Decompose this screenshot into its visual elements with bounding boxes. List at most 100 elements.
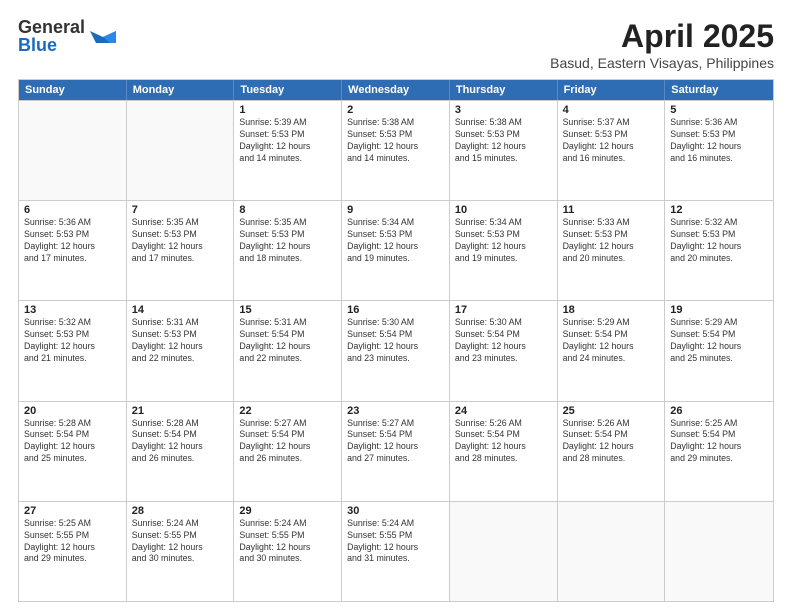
- cell-details: Sunrise: 5:36 AM Sunset: 5:53 PM Dayligh…: [670, 117, 768, 165]
- calendar: SundayMondayTuesdayWednesdayThursdayFrid…: [18, 79, 774, 602]
- cell-details: Sunrise: 5:35 AM Sunset: 5:53 PM Dayligh…: [132, 217, 229, 265]
- day-number: 12: [670, 204, 768, 216]
- calendar-cell: 9Sunrise: 5:34 AM Sunset: 5:53 PM Daylig…: [342, 201, 450, 300]
- cell-details: Sunrise: 5:28 AM Sunset: 5:54 PM Dayligh…: [132, 418, 229, 466]
- day-number: 21: [132, 405, 229, 417]
- calendar-cell: 8Sunrise: 5:35 AM Sunset: 5:53 PM Daylig…: [234, 201, 342, 300]
- calendar-cell-empty: [665, 502, 773, 601]
- calendar-cell: 22Sunrise: 5:27 AM Sunset: 5:54 PM Dayli…: [234, 402, 342, 501]
- calendar-cell: 3Sunrise: 5:38 AM Sunset: 5:53 PM Daylig…: [450, 101, 558, 200]
- calendar-header: SundayMondayTuesdayWednesdayThursdayFrid…: [19, 80, 773, 100]
- calendar-cell: 7Sunrise: 5:35 AM Sunset: 5:53 PM Daylig…: [127, 201, 235, 300]
- calendar-cell: 11Sunrise: 5:33 AM Sunset: 5:53 PM Dayli…: [558, 201, 666, 300]
- day-number: 28: [132, 505, 229, 517]
- day-number: 3: [455, 104, 552, 116]
- calendar-cell: 30Sunrise: 5:24 AM Sunset: 5:55 PM Dayli…: [342, 502, 450, 601]
- calendar-header-cell: Tuesday: [234, 80, 342, 100]
- day-number: 17: [455, 304, 552, 316]
- day-number: 14: [132, 304, 229, 316]
- logo-blue: Blue: [18, 36, 85, 54]
- calendar-row: 1Sunrise: 5:39 AM Sunset: 5:53 PM Daylig…: [19, 100, 773, 200]
- calendar-cell: 16Sunrise: 5:30 AM Sunset: 5:54 PM Dayli…: [342, 301, 450, 400]
- calendar-cell: 2Sunrise: 5:38 AM Sunset: 5:53 PM Daylig…: [342, 101, 450, 200]
- day-number: 20: [24, 405, 121, 417]
- day-number: 9: [347, 204, 444, 216]
- page: General Blue April 2025 Basud, Eastern V…: [0, 0, 792, 612]
- cell-details: Sunrise: 5:26 AM Sunset: 5:54 PM Dayligh…: [563, 418, 660, 466]
- day-number: 29: [239, 505, 336, 517]
- cell-details: Sunrise: 5:30 AM Sunset: 5:54 PM Dayligh…: [455, 317, 552, 365]
- calendar-cell: 15Sunrise: 5:31 AM Sunset: 5:54 PM Dayli…: [234, 301, 342, 400]
- calendar-cell: 18Sunrise: 5:29 AM Sunset: 5:54 PM Dayli…: [558, 301, 666, 400]
- calendar-cell-empty: [127, 101, 235, 200]
- calendar-row: 6Sunrise: 5:36 AM Sunset: 5:53 PM Daylig…: [19, 200, 773, 300]
- day-number: 11: [563, 204, 660, 216]
- logo-general: General: [18, 18, 85, 36]
- calendar-cell: 28Sunrise: 5:24 AM Sunset: 5:55 PM Dayli…: [127, 502, 235, 601]
- logo: General Blue: [18, 18, 118, 54]
- cell-details: Sunrise: 5:33 AM Sunset: 5:53 PM Dayligh…: [563, 217, 660, 265]
- calendar-cell: 21Sunrise: 5:28 AM Sunset: 5:54 PM Dayli…: [127, 402, 235, 501]
- day-number: 18: [563, 304, 660, 316]
- day-number: 26: [670, 405, 768, 417]
- title-block: April 2025 Basud, Eastern Visayas, Phili…: [550, 18, 774, 71]
- day-number: 24: [455, 405, 552, 417]
- calendar-cell: 12Sunrise: 5:32 AM Sunset: 5:53 PM Dayli…: [665, 201, 773, 300]
- day-number: 22: [239, 405, 336, 417]
- calendar-cell: 10Sunrise: 5:34 AM Sunset: 5:53 PM Dayli…: [450, 201, 558, 300]
- calendar-header-cell: Thursday: [450, 80, 558, 100]
- calendar-cell: 14Sunrise: 5:31 AM Sunset: 5:53 PM Dayli…: [127, 301, 235, 400]
- cell-details: Sunrise: 5:29 AM Sunset: 5:54 PM Dayligh…: [670, 317, 768, 365]
- header: General Blue April 2025 Basud, Eastern V…: [18, 18, 774, 71]
- calendar-row: 13Sunrise: 5:32 AM Sunset: 5:53 PM Dayli…: [19, 300, 773, 400]
- cell-details: Sunrise: 5:37 AM Sunset: 5:53 PM Dayligh…: [563, 117, 660, 165]
- cell-details: Sunrise: 5:32 AM Sunset: 5:53 PM Dayligh…: [24, 317, 121, 365]
- day-number: 1: [239, 104, 336, 116]
- day-number: 30: [347, 505, 444, 517]
- day-number: 2: [347, 104, 444, 116]
- cell-details: Sunrise: 5:30 AM Sunset: 5:54 PM Dayligh…: [347, 317, 444, 365]
- calendar-row: 27Sunrise: 5:25 AM Sunset: 5:55 PM Dayli…: [19, 501, 773, 601]
- cell-details: Sunrise: 5:34 AM Sunset: 5:53 PM Dayligh…: [455, 217, 552, 265]
- cell-details: Sunrise: 5:36 AM Sunset: 5:53 PM Dayligh…: [24, 217, 121, 265]
- cell-details: Sunrise: 5:31 AM Sunset: 5:53 PM Dayligh…: [132, 317, 229, 365]
- calendar-cell: 5Sunrise: 5:36 AM Sunset: 5:53 PM Daylig…: [665, 101, 773, 200]
- day-number: 15: [239, 304, 336, 316]
- cell-details: Sunrise: 5:27 AM Sunset: 5:54 PM Dayligh…: [347, 418, 444, 466]
- calendar-row: 20Sunrise: 5:28 AM Sunset: 5:54 PM Dayli…: [19, 401, 773, 501]
- calendar-cell: 25Sunrise: 5:26 AM Sunset: 5:54 PM Dayli…: [558, 402, 666, 501]
- day-number: 13: [24, 304, 121, 316]
- calendar-cell: 6Sunrise: 5:36 AM Sunset: 5:53 PM Daylig…: [19, 201, 127, 300]
- calendar-cell: 1Sunrise: 5:39 AM Sunset: 5:53 PM Daylig…: [234, 101, 342, 200]
- day-number: 23: [347, 405, 444, 417]
- calendar-cell: 17Sunrise: 5:30 AM Sunset: 5:54 PM Dayli…: [450, 301, 558, 400]
- cell-details: Sunrise: 5:31 AM Sunset: 5:54 PM Dayligh…: [239, 317, 336, 365]
- day-number: 19: [670, 304, 768, 316]
- day-number: 5: [670, 104, 768, 116]
- day-number: 8: [239, 204, 336, 216]
- calendar-cell: 13Sunrise: 5:32 AM Sunset: 5:53 PM Dayli…: [19, 301, 127, 400]
- day-number: 27: [24, 505, 121, 517]
- cell-details: Sunrise: 5:28 AM Sunset: 5:54 PM Dayligh…: [24, 418, 121, 466]
- calendar-cell: 26Sunrise: 5:25 AM Sunset: 5:54 PM Dayli…: [665, 402, 773, 501]
- cell-details: Sunrise: 5:38 AM Sunset: 5:53 PM Dayligh…: [347, 117, 444, 165]
- cell-details: Sunrise: 5:24 AM Sunset: 5:55 PM Dayligh…: [239, 518, 336, 566]
- calendar-body: 1Sunrise: 5:39 AM Sunset: 5:53 PM Daylig…: [19, 100, 773, 601]
- calendar-cell-empty: [450, 502, 558, 601]
- main-title: April 2025: [550, 18, 774, 55]
- logo-text: General Blue: [18, 18, 85, 54]
- calendar-cell-empty: [558, 502, 666, 601]
- calendar-header-cell: Wednesday: [342, 80, 450, 100]
- day-number: 25: [563, 405, 660, 417]
- cell-details: Sunrise: 5:25 AM Sunset: 5:55 PM Dayligh…: [24, 518, 121, 566]
- calendar-header-cell: Saturday: [665, 80, 773, 100]
- calendar-cell: 4Sunrise: 5:37 AM Sunset: 5:53 PM Daylig…: [558, 101, 666, 200]
- calendar-cell: 23Sunrise: 5:27 AM Sunset: 5:54 PM Dayli…: [342, 402, 450, 501]
- calendar-cell: 19Sunrise: 5:29 AM Sunset: 5:54 PM Dayli…: [665, 301, 773, 400]
- day-number: 6: [24, 204, 121, 216]
- logo-icon: [88, 21, 118, 51]
- calendar-cell-empty: [19, 101, 127, 200]
- day-number: 7: [132, 204, 229, 216]
- cell-details: Sunrise: 5:32 AM Sunset: 5:53 PM Dayligh…: [670, 217, 768, 265]
- calendar-header-cell: Sunday: [19, 80, 127, 100]
